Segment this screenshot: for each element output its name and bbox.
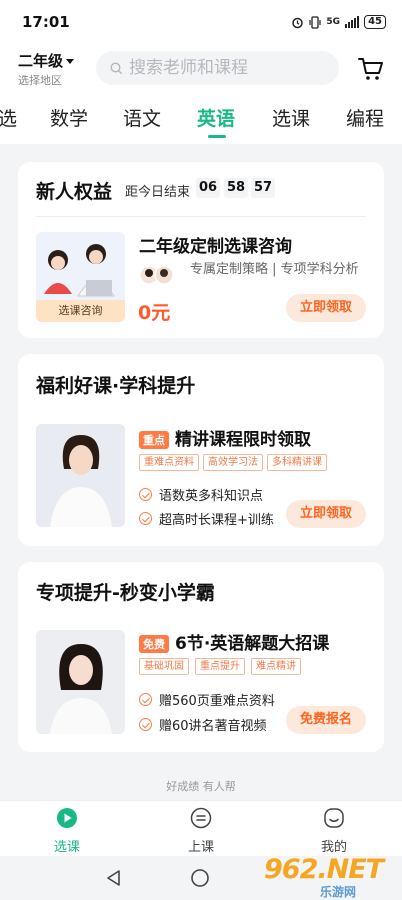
status-bar: 17:01 5G 45 (0, 0, 402, 44)
region-selector[interactable]: 选择地区 (18, 72, 62, 88)
free-badge: 免费 (139, 635, 169, 653)
search-bar[interactable] (96, 51, 339, 85)
tab-chinese[interactable]: 语文 (123, 104, 161, 131)
divider (36, 216, 366, 217)
feature-item: 赠60讲名著音视频 (139, 715, 267, 734)
thumb-caption: 选课咨询 (36, 300, 125, 322)
network-type: 5G (326, 17, 341, 27)
tab-english[interactable]: 英语 (197, 104, 235, 131)
feature-item: 语数英多科知识点 (139, 485, 263, 504)
search-icon (110, 61, 123, 74)
teacher-photo[interactable] (36, 630, 125, 734)
watermark-logo: 962.NET (264, 854, 384, 885)
tag: 多科精讲课 (267, 454, 327, 471)
countdown-hours: 06 (196, 178, 220, 198)
claim-button[interactable]: 立即领取 (286, 500, 366, 528)
tag: 高效学习法 (203, 454, 263, 471)
feature-item: 赠560页重难点资料 (139, 690, 275, 709)
nav-profile[interactable]: 我的 (304, 807, 364, 855)
countdown-label: 距今日结束 (125, 185, 191, 200)
check-icon (139, 488, 152, 501)
special-course-card: 专项提升-秒变小学霸 免费 6节·英语解题大招课 基础巩固 重点提升 难点精讲 赠… (18, 562, 384, 752)
footer-slogan: 好成绩 有人帮 (166, 780, 236, 793)
vibrate-icon (309, 15, 322, 29)
caret-down-icon (66, 59, 75, 64)
claim-button[interactable]: 立即领取 (286, 294, 366, 322)
key-badge: 重点 (139, 431, 169, 449)
home-icon[interactable] (190, 868, 210, 888)
grade-label: 二年级 (18, 52, 64, 70)
tag: 重难点资料 (139, 454, 199, 471)
item-title[interactable]: 二年级定制选课咨询 (139, 232, 292, 257)
advisor-avatars (139, 265, 174, 285)
countdown-seconds: 57 (251, 178, 275, 198)
search-input[interactable] (129, 58, 319, 78)
teacher-portrait (36, 424, 125, 527)
newbie-benefits-card: 新人权益 距今日结束 06 : 58 : 57 选课咨询 二年级定制选课咨询 专… (18, 162, 384, 338)
teacher-photo[interactable] (36, 424, 125, 527)
signal-icon (345, 16, 360, 28)
status-icons: 5G 45 (291, 15, 386, 29)
site-watermark: 962.NET 乐游网 (262, 854, 398, 899)
bottom-nav: 选课 上课 我的 (0, 800, 402, 856)
nav-course-selection[interactable]: 选课 (37, 807, 97, 855)
smile-icon (324, 808, 344, 828)
list-icon (190, 807, 212, 829)
status-time: 17:01 (22, 13, 70, 31)
subject-tabs: 选 数学 语文 英语 选课 编程 (0, 94, 402, 144)
battery-icon: 45 (364, 15, 386, 29)
feature-item: 超高时长课程+训练 (139, 509, 274, 528)
card-title: 新人权益 (36, 181, 113, 203)
item-title-text: 6节·英语解题大招课 (175, 634, 330, 654)
top-header: 二年级 选择地区 (0, 44, 402, 94)
alarm-icon (292, 17, 304, 28)
teacher-portrait (36, 630, 125, 734)
free-register-button[interactable]: 免费报名 (286, 706, 366, 734)
tag: 基础巩固 (139, 658, 189, 675)
tag: 重点提升 (195, 658, 245, 675)
watermark-caption: 乐游网 (320, 885, 357, 899)
item-description: 专属定制策略 | 专项学科分析 (190, 262, 359, 277)
back-icon[interactable] (104, 868, 124, 888)
item-title[interactable]: 免费 6节·英语解题大招课 (139, 629, 329, 654)
tab-course-selection[interactable]: 选课 (272, 104, 310, 131)
nav-label: 上课 (187, 840, 214, 855)
tab-subject-0[interactable]: 选 (0, 104, 17, 131)
card-title: 福利好课·学科提升 (36, 375, 196, 397)
card-title: 专项提升-秒变小学霸 (36, 582, 215, 604)
welfare-course-card: 福利好课·学科提升 重点 精讲课程限时领取 重难点资料 高效学习法 多科精讲课 语… (18, 354, 384, 546)
nav-label: 选课 (53, 840, 80, 855)
item-title[interactable]: 重点 精讲课程限时领取 (139, 425, 311, 450)
item-title-text: 精讲课程限时领取 (175, 430, 311, 450)
tab-math[interactable]: 数学 (50, 104, 88, 131)
nav-label: 我的 (320, 840, 347, 855)
grade-selector[interactable]: 二年级 (18, 50, 75, 71)
price: 0元 (138, 302, 171, 324)
nav-class[interactable]: 上课 (171, 807, 231, 855)
cart-icon[interactable] (357, 56, 385, 82)
check-icon (139, 693, 152, 706)
play-icon (57, 808, 77, 828)
active-tab-indicator (208, 135, 226, 138)
countdown-minutes: 58 (224, 178, 248, 198)
check-icon (139, 718, 152, 731)
check-icon (139, 512, 152, 525)
tag: 难点精讲 (251, 658, 301, 675)
consult-thumbnail[interactable]: 选课咨询 (36, 232, 125, 322)
tab-programming[interactable]: 编程 (346, 104, 384, 131)
